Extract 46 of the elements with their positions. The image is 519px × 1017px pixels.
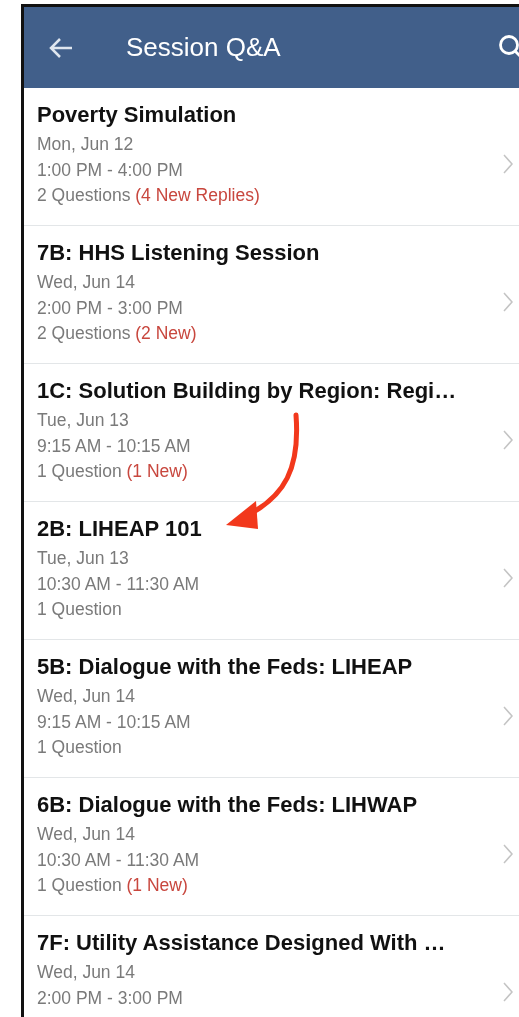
screen-title: Session Q&A [126, 32, 282, 63]
session-title: 7F: Utility Assistance Designed With … [37, 930, 447, 956]
question-count: 2 Questions [37, 185, 131, 205]
question-count: 1 Question [37, 737, 122, 757]
session-time: 10:30 AM - 11:30 AM [37, 848, 201, 872]
session-time: 9:15 AM - 10:15 AM [37, 710, 192, 734]
session-date: Mon, Jun 12 [37, 133, 135, 156]
session-title: 6B: Dialogue with the Feds: LIHWAP [37, 792, 419, 818]
session-row[interactable]: 7B: HHS Listening Session Wed, Jun 14 2:00 PM - 3:00 PM 2 Questions (2 New) [24, 226, 519, 364]
chevron-right-icon [503, 153, 513, 174]
new-badge-text: (4 New Replies) [135, 185, 260, 205]
session-row[interactable]: 5B: Dialogue with the Feds: LIHEAP Wed, Jun 14 9:15 AM - 10:15 AM 1 Question [24, 640, 519, 778]
chevron-right-icon [503, 981, 513, 1002]
new-badge-text: (2 New) [135, 323, 197, 343]
chevron-right-icon [503, 705, 513, 726]
session-title: 2B: LIHEAP 101 [37, 516, 203, 542]
session-time: 2:00 PM - 3:00 PM [37, 986, 184, 1010]
session-date: Tue, Jun 13 [37, 409, 130, 432]
session-row[interactable]: 1C: Solution Building by Region: Regi… Tue, Jun 13 9:15 AM - 10:15 AM 1 Question (1 New) [24, 364, 519, 502]
question-count: 1 Question [37, 599, 122, 619]
chevron-right-icon [503, 291, 513, 312]
session-time: 10:30 AM - 11:30 AM [37, 572, 201, 596]
session-title: 7B: HHS Listening Session [37, 240, 321, 266]
session-date: Wed, Jun 14 [37, 823, 136, 846]
session-date: Tue, Jun 13 [37, 547, 130, 570]
chevron-right-icon [503, 843, 513, 864]
session-row[interactable]: Poverty Simulation Mon, Jun 12 1:00 PM - 4:00 PM 2 Questions (4 New Replies) [24, 88, 519, 226]
session-row[interactable]: 6B: Dialogue with the Feds: LIHWAP Wed, Jun 14 10:30 AM - 11:30 AM 1 Question (1 New) [24, 778, 519, 916]
session-date: Wed, Jun 14 [37, 685, 136, 708]
question-count: 2 Questions [37, 323, 131, 343]
session-date: Wed, Jun 14 [37, 271, 136, 294]
session-row[interactable]: 7F: Utility Assistance Designed With … Wed, Jun 14 2:00 PM - 3:00 PM [24, 916, 519, 1017]
session-time: 1:00 PM - 4:00 PM [37, 158, 184, 182]
session-time: 2:00 PM - 3:00 PM [37, 296, 184, 320]
session-title: 5B: Dialogue with the Feds: LIHEAP [37, 654, 414, 680]
session-title: 1C: Solution Building by Region: Regi… [37, 378, 458, 404]
question-count: 1 Question [37, 461, 122, 481]
new-badge-text: (1 New) [126, 875, 188, 895]
session-time: 9:15 AM - 10:15 AM [37, 434, 192, 458]
session-date: Wed, Jun 14 [37, 961, 136, 984]
question-count: 1 Question [37, 875, 122, 895]
chevron-right-icon [503, 567, 513, 588]
back-arrow-icon [48, 35, 74, 60]
new-badge-text: (1 New) [126, 461, 188, 481]
session-title: Poverty Simulation [37, 102, 238, 128]
chevron-right-icon [503, 429, 513, 450]
